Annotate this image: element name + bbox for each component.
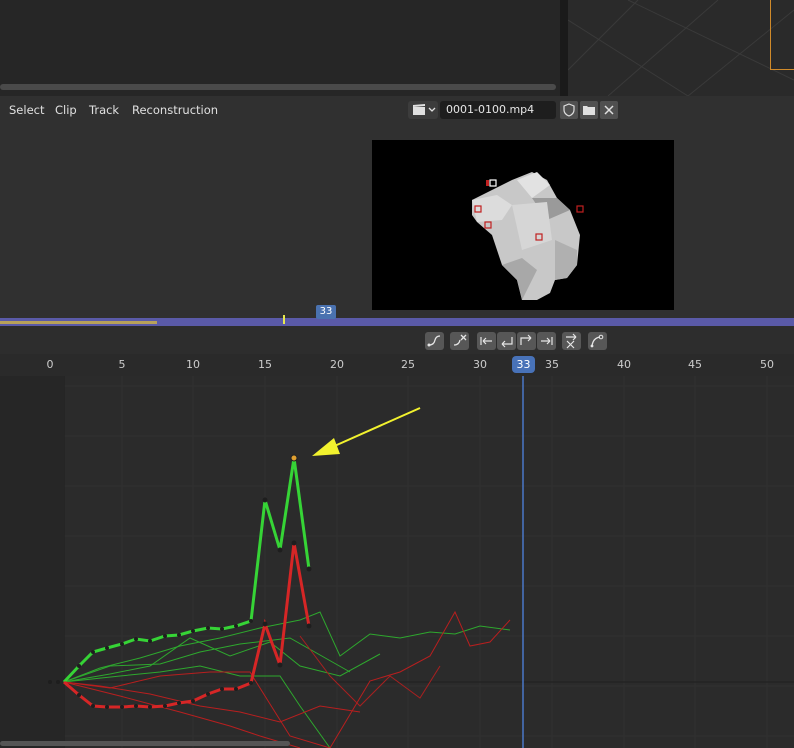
delete-curve-button[interactable] — [450, 332, 469, 350]
delete-curve-icon — [453, 334, 467, 346]
jump-end-icon — [541, 337, 553, 345]
current-frame-indicator[interactable]: 33 — [512, 356, 535, 373]
upper-left-editor — [0, 0, 560, 96]
curve-knots — [48, 497, 312, 709]
jump-start-icon — [480, 337, 492, 345]
clear-path-remaining-button[interactable] — [517, 332, 536, 350]
viewport-grid — [568, 0, 794, 96]
delete-knot-button[interactable] — [562, 332, 581, 350]
clear-path-up-icon — [501, 337, 513, 348]
horizontal-scrollbar[interactable] — [0, 84, 556, 90]
graph-curves — [48, 376, 524, 748]
shield-icon — [563, 103, 575, 117]
annotation-arrow — [312, 407, 421, 456]
3d-viewport[interactable] — [568, 0, 794, 96]
menu-select[interactable]: Select — [9, 103, 44, 117]
selected-track-green-curve — [62, 457, 311, 684]
clip-frame-image[interactable] — [372, 140, 674, 310]
jump-end-button[interactable] — [537, 332, 556, 350]
fake-user-button[interactable] — [560, 101, 578, 119]
view-frame-icon — [590, 334, 604, 348]
selected-knot[interactable] — [290, 454, 298, 462]
clip-browse-dropdown[interactable] — [408, 101, 438, 119]
graph-toolbar — [0, 326, 794, 354]
unlink-clip-button[interactable] — [600, 101, 618, 119]
clip-icon — [413, 104, 436, 115]
folder-icon — [583, 106, 595, 115]
filter-tracks-button[interactable] — [425, 332, 444, 350]
clear-path-up-button[interactable] — [497, 332, 516, 350]
ruler-tick: 50 — [760, 358, 774, 371]
filter-tracks-icon — [427, 335, 441, 347]
ruler-tick: 25 — [401, 358, 415, 371]
camera-frame — [770, 0, 794, 70]
ruler-tick: 15 — [258, 358, 272, 371]
clip-editor-header: Select Clip Track Reconstruction — [0, 96, 794, 124]
view-frame-button[interactable] — [588, 332, 607, 350]
thin-track-curves — [63, 610, 511, 748]
ruler-tick: 20 — [330, 358, 344, 371]
timeline-keyframe-marker — [283, 315, 285, 324]
ruler-tick: 30 — [473, 358, 487, 371]
jump-start-button[interactable] — [477, 332, 496, 350]
ruler-tick: 45 — [688, 358, 702, 371]
monkey-head-render — [472, 172, 584, 300]
upper-editor-area — [0, 0, 794, 96]
cache-indicator — [0, 321, 157, 324]
menu-reconstruction[interactable]: Reconstruction — [132, 103, 218, 117]
menu-clip[interactable]: Clip — [55, 103, 77, 117]
ruler-tick: 10 — [186, 358, 200, 371]
ruler-tick: 40 — [617, 358, 631, 371]
clip-name-field[interactable]: 0001-0100.mp4 — [440, 101, 556, 119]
delete-knot-icon — [566, 333, 577, 349]
clear-path-remaining-icon — [520, 334, 532, 345]
selected-track-red-curve — [63, 542, 311, 709]
ruler-tick: 35 — [545, 358, 559, 371]
editor-divider[interactable] — [560, 0, 568, 96]
menu-track[interactable]: Track — [89, 103, 119, 117]
ruler-tick: 5 — [118, 358, 126, 371]
open-clip-button[interactable] — [580, 101, 598, 119]
timeline-current-frame[interactable]: 33 — [316, 305, 336, 319]
close-icon — [604, 105, 614, 115]
graph-scrollbar[interactable] — [0, 741, 290, 746]
ruler-tick: 0 — [46, 358, 54, 371]
